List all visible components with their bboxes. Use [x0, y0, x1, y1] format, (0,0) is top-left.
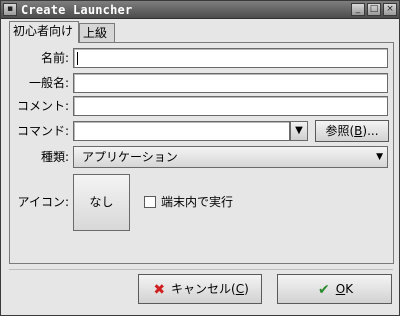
- tab-panel-basic: 名前: 一般名: コメント: コマンド: ▼ 参照(B)... 種類: アプリケ…: [9, 42, 394, 264]
- ok-button[interactable]: ✔ OK: [277, 274, 392, 304]
- tab-advanced[interactable]: 上級: [79, 23, 115, 43]
- text-caret: [77, 52, 78, 65]
- ok-label: K: [345, 282, 354, 296]
- type-select-value: アプリケーション: [82, 150, 178, 164]
- minimize-button[interactable]: _: [351, 3, 365, 16]
- browse-label: 参照(: [325, 124, 355, 138]
- command-dropdown-button[interactable]: ▼: [290, 121, 308, 141]
- close-button[interactable]: ×: [383, 3, 397, 16]
- command-input[interactable]: [73, 121, 290, 141]
- run-in-terminal-checkbox[interactable]: [144, 196, 156, 208]
- cancel-label: キャンセル(: [171, 282, 236, 296]
- window-menu-button[interactable]: ▪: [3, 3, 17, 16]
- comment-input[interactable]: [73, 96, 388, 116]
- title-bar[interactable]: ▪ Create Launcher _ □ ×: [1, 1, 399, 19]
- icon-chooser-button[interactable]: なし: [73, 174, 130, 231]
- icon-label: アイコン:: [17, 195, 69, 209]
- name-input[interactable]: [73, 48, 388, 68]
- command-label: コマンド:: [16, 124, 69, 138]
- maximize-icon: □: [369, 4, 379, 14]
- close-icon: ×: [386, 4, 394, 14]
- cancel-button[interactable]: ✖ キャンセル(C): [138, 274, 262, 304]
- cancel-mnemonic: C: [235, 282, 245, 296]
- browse-button[interactable]: 参照(B)...: [315, 120, 389, 142]
- maximize-button[interactable]: □: [367, 3, 381, 16]
- run-in-terminal-label: 端末内で実行: [161, 195, 234, 209]
- name-label: 名前:: [40, 51, 69, 65]
- window-title: Create Launcher: [21, 3, 133, 17]
- chevron-down-icon: ▼: [295, 125, 303, 136]
- ok-mnemonic: O: [335, 282, 346, 296]
- tab-basic[interactable]: 初心者向け: [9, 21, 79, 43]
- type-label: 種類:: [40, 150, 69, 164]
- type-select[interactable]: アプリケーション ▼: [73, 146, 388, 168]
- window-menu-icon: ▪: [6, 4, 14, 14]
- button-separator: [9, 269, 393, 270]
- cancel-icon: ✖: [153, 281, 166, 298]
- create-launcher-dialog: ▪ Create Launcher _ □ × 初心者向け 上級 名前: 一般名…: [0, 0, 400, 316]
- generic-name-label: 一般名:: [28, 76, 69, 90]
- cancel-label-suffix: ): [244, 282, 249, 296]
- minimize-icon: _: [355, 4, 361, 14]
- comment-label: コメント:: [16, 99, 69, 113]
- checkmark-icon: ✔: [318, 281, 330, 298]
- chevron-down-icon: ▼: [376, 152, 383, 162]
- browse-label-suffix: )...: [362, 124, 379, 138]
- generic-name-input[interactable]: [73, 73, 388, 93]
